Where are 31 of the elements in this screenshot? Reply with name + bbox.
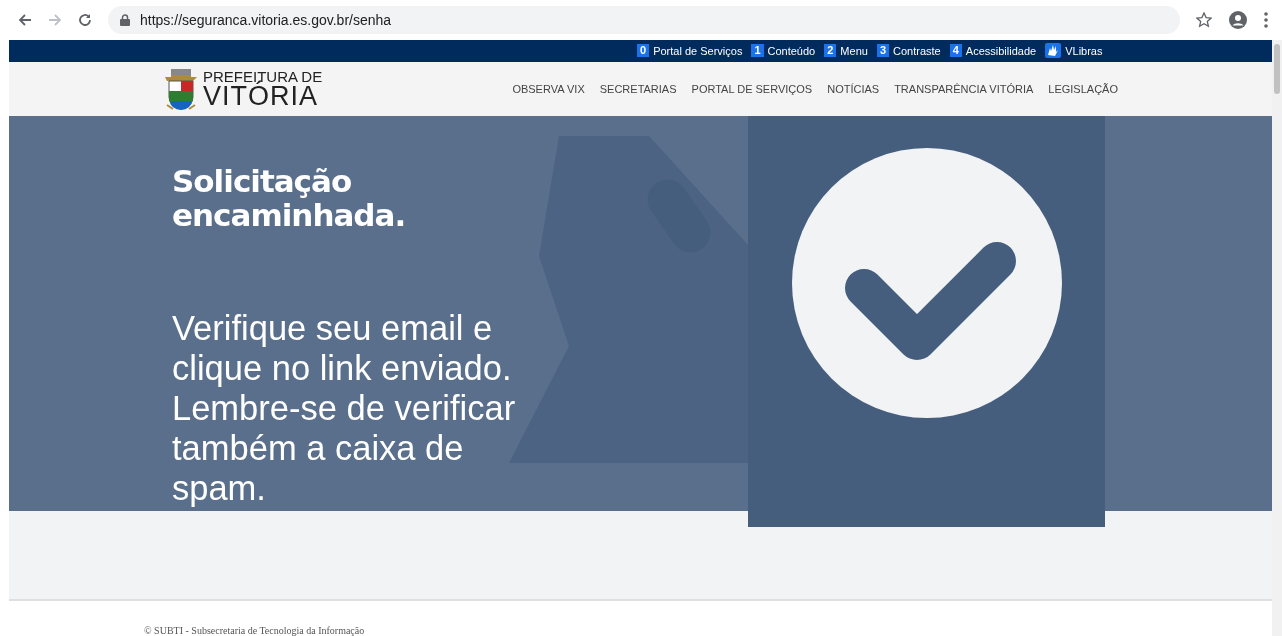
shortcut-key-badge: 4 [949, 44, 962, 58]
nav-link[interactable]: SECRETARIAS [599, 82, 677, 95]
shortcut-key-badge: 0 [637, 44, 650, 58]
back-arrow-icon[interactable] [18, 13, 32, 27]
address-bar[interactable]: https://seguranca.vitoria.es.gov.br/senha [108, 6, 1180, 34]
accessibility-link[interactable]: Conteúdo [767, 44, 816, 57]
nav-link[interactable]: LEGISLAÇÃO [1048, 82, 1118, 95]
shortcut-key-badge: 2 [824, 44, 837, 58]
nav-link[interactable]: PORTAL DE SERVIÇOS [691, 82, 813, 95]
hand-icon[interactable] [1045, 43, 1062, 59]
reload-icon[interactable] [78, 13, 92, 27]
url-text: https://seguranca.vitoria.es.gov.br/senha [140, 12, 392, 28]
check-circle-icon [791, 148, 1062, 419]
account-icon[interactable] [1228, 10, 1248, 30]
star-icon[interactable] [1196, 12, 1212, 28]
accessibility-link[interactable]: Contraste [893, 44, 941, 57]
nav-link[interactable]: NOTÍCIAS [827, 82, 880, 95]
hero-title: Solicitação encaminhada. [172, 163, 407, 232]
accessibility-link[interactable]: Menu [840, 44, 868, 57]
menu-icon[interactable] [1264, 12, 1268, 28]
hero-message: Verifique seu email e clique no link enviado. Lembre-se de verificar também a caixa de spam. [172, 307, 517, 508]
shortcut-key-badge: 3 [876, 44, 889, 58]
accessibility-link[interactable]: Acessibilidade [965, 44, 1037, 57]
nav-link[interactable]: TRANSPARÊNCIA VITÓRIA [894, 82, 1034, 95]
footer-text: © SUBTI - Subsecretaria de Tecnologia da Informação [144, 625, 365, 636]
coat-of-arms-icon[interactable] [163, 66, 199, 111]
shortcut-key-badge: 1 [751, 44, 764, 58]
nav-link[interactable]: OBSERVA VIX [512, 82, 585, 95]
lock-icon [120, 14, 130, 26]
vlibras-link[interactable]: VLibras [1065, 44, 1103, 57]
accessibility-link[interactable]: Portal de Serviços [653, 44, 743, 57]
